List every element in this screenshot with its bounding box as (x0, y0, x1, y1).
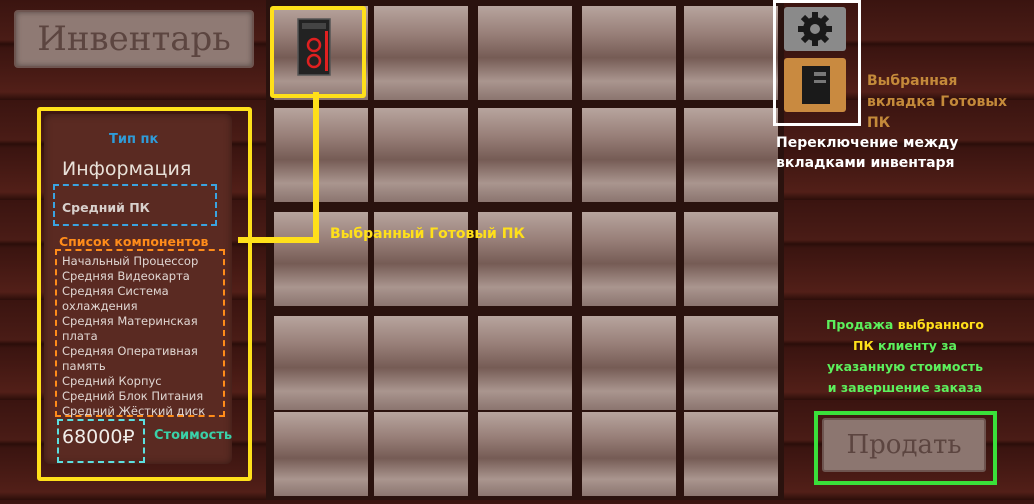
connector-line (313, 92, 319, 242)
inventory-slot[interactable] (684, 212, 778, 306)
inventory-slot[interactable] (582, 108, 676, 202)
selected-pc-label: Выбранный Готовый ПК (330, 226, 525, 242)
tab-ready-pcs[interactable] (784, 58, 846, 112)
pc-type-value: Средний ПК (62, 200, 150, 215)
pc-case-icon[interactable] (296, 17, 332, 77)
inventory-slot[interactable] (582, 212, 676, 306)
inventory-slot[interactable] (478, 316, 572, 410)
sell-description: Продажа выбранного ПК клиенту за указанн… (825, 317, 985, 395)
component-item: Средняя Материнская плата (62, 314, 198, 343)
inventory-slot[interactable] (374, 6, 468, 100)
inventory-slot[interactable] (274, 412, 368, 496)
component-item: Начальный Процессор (62, 254, 199, 268)
component-item: Средняя Система охлаждения (62, 284, 169, 313)
price-value: 68000₽ (62, 426, 135, 448)
component-item: Средняя Видеокарта (62, 269, 190, 283)
inventory-slot[interactable] (374, 412, 468, 496)
inventory-slot[interactable] (478, 108, 572, 202)
pc-case-icon (802, 66, 830, 104)
inventory-slot[interactable] (274, 316, 368, 410)
inventory-slot[interactable] (582, 412, 676, 496)
component-item: Средний Корпус (62, 374, 162, 388)
selected-tab-label: Выбранная вкладка Готовых ПК (867, 73, 1008, 131)
component-item: Средняя Оперативная память (62, 344, 198, 373)
connector-line (238, 237, 319, 243)
inventory-slot[interactable] (478, 6, 572, 100)
price-tag: Стоимость (154, 428, 233, 443)
inventory-slot[interactable] (684, 412, 778, 496)
inventory-slot[interactable] (582, 316, 676, 410)
inventory-slot[interactable] (684, 108, 778, 202)
inventory-title-button: Инвентарь (14, 10, 254, 68)
inventory-slot[interactable] (374, 316, 468, 410)
component-item: Средний Блок Питания (62, 389, 204, 403)
inventory-slot[interactable] (274, 108, 368, 202)
info-panel-title: Информация (62, 158, 192, 180)
components-tag: Список компонентов (59, 234, 209, 249)
inventory-slot[interactable] (684, 316, 778, 410)
inventory-slot[interactable] (374, 108, 468, 202)
sell-button[interactable]: Продать (822, 418, 986, 472)
gear-icon (798, 12, 832, 46)
pc-type-tag: Тип пк (109, 132, 159, 147)
components-list: Начальный Процессор Средняя Видеокарта С… (62, 254, 222, 419)
inventory-slot[interactable] (684, 6, 778, 100)
inventory-slot[interactable] (582, 6, 676, 100)
component-item: Средний Жёсткий диск (62, 404, 206, 418)
tabs-switch-label: Переключение между вкладками инвентаря (776, 135, 959, 171)
inventory-slot[interactable] (478, 412, 572, 496)
tab-settings[interactable] (784, 7, 846, 51)
